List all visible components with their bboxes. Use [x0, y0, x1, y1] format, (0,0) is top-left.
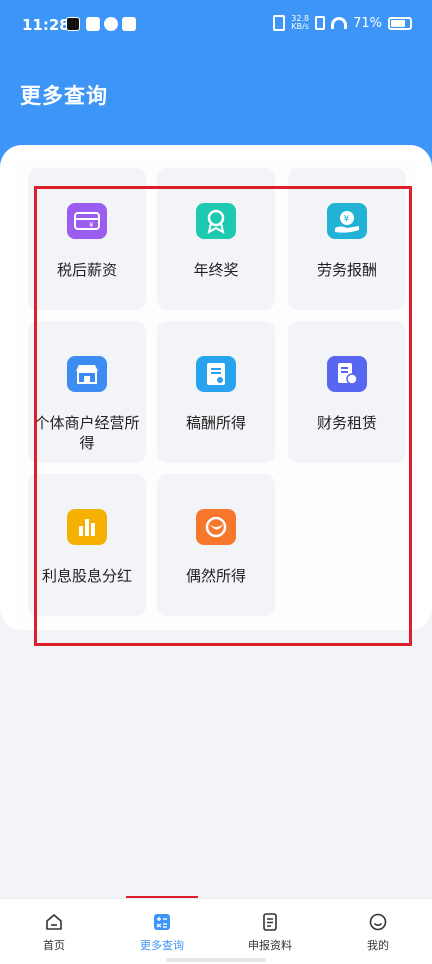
tile-year-end-bonus[interactable]: 年终奖 [157, 168, 275, 310]
vibrate-icon [273, 15, 286, 31]
tab-home[interactable]: 首页 [0, 899, 108, 964]
tab-label: 首页 [43, 939, 65, 952]
tile-finance-lease[interactable]: 财务租赁 [288, 321, 406, 463]
manuscript-icon [196, 356, 236, 392]
tile-manuscript-income[interactable]: 稿酬所得 [157, 321, 275, 463]
home-indicator [166, 958, 266, 962]
wifi-icon [331, 17, 348, 29]
tile-after-tax-salary[interactable]: ¥ 税后薪资 [28, 168, 146, 310]
tile-label: 利息股息分红 [41, 567, 132, 585]
lucky-ball-icon [196, 509, 236, 545]
battery-icon [388, 16, 412, 30]
tab-mine[interactable]: 我的 [324, 899, 432, 964]
award-ribbon-icon [196, 203, 236, 239]
salary-card-icon: ¥ [67, 203, 107, 239]
coin-hand-icon: ¥ [327, 203, 367, 239]
tab-label: 更多查询 [140, 939, 184, 952]
tile-label: 劳务报酬 [316, 261, 377, 279]
link-notification-icon [104, 17, 118, 31]
network-speed-unit: KB/s [291, 22, 309, 31]
message-notification-icon [122, 17, 136, 31]
tiktok-notification-icon [66, 17, 80, 31]
tile-label: 财务租赁 [316, 414, 377, 432]
page-title: 更多查询 [20, 84, 108, 108]
status-time: 11:28 [22, 16, 70, 34]
tile-label: 偶然所得 [185, 567, 246, 585]
calculator-icon [154, 914, 170, 930]
tab-label: 我的 [367, 939, 389, 952]
home-icon [46, 914, 62, 930]
tile-individual-business-income[interactable]: 个体商户经营所得 [28, 321, 146, 463]
tile-interest-dividends[interactable]: 利息股息分红 [28, 474, 146, 616]
tile-label: 个体商户经营所得 [34, 414, 140, 452]
smiley-icon [369, 913, 387, 931]
battery-percent: 71% [353, 15, 382, 31]
tile-labor-remuneration[interactable]: ¥ 劳务报酬 [288, 168, 406, 310]
tab-filing-materials[interactable]: 申报资料 [216, 899, 324, 964]
app-notification-icon [86, 17, 100, 31]
svg-text:¥: ¥ [89, 221, 94, 229]
document-icon [263, 913, 277, 931]
lease-document-icon [327, 356, 367, 392]
storefront-icon [67, 356, 107, 392]
nfc-icon [315, 16, 326, 30]
bottom-tab-bar: 首页 更多查询 申报资料 我的 [0, 898, 432, 964]
svg-text:¥: ¥ [344, 215, 350, 225]
tile-incidental-income[interactable]: 偶然所得 [157, 474, 275, 616]
tile-label: 年终奖 [193, 261, 239, 279]
tile-label: 稿酬所得 [185, 414, 246, 432]
status-bar: 11:28 32.8 KB/s 71% [0, 0, 432, 50]
tab-label: 申报资料 [248, 939, 292, 952]
tab-more-queries[interactable]: 更多查询 [108, 899, 216, 964]
bar-chart-icon [67, 509, 107, 545]
tile-label: 税后薪资 [56, 261, 117, 279]
network-speed: 32.8 KB/s [291, 15, 309, 31]
